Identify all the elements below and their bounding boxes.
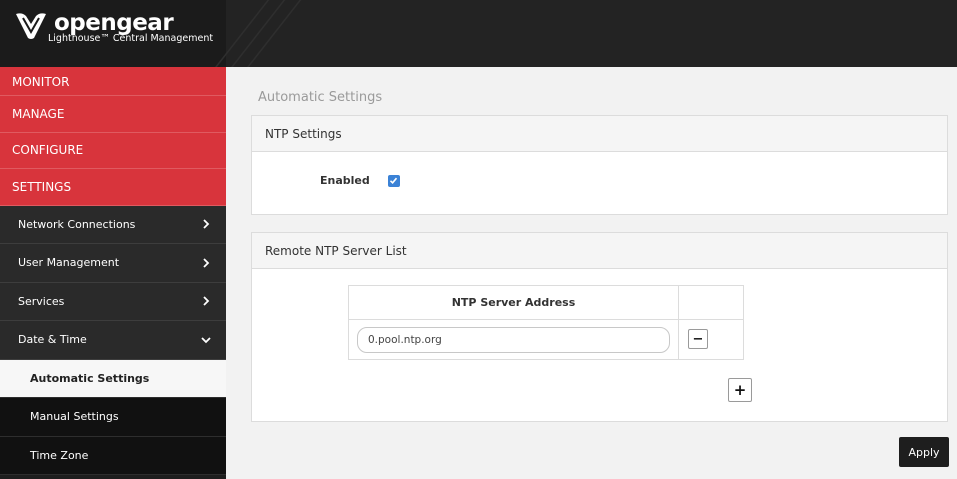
app-header: opengear Lighthouse™ Central Management	[0, 0, 957, 67]
sidebar-item-date-time[interactable]: Date & Time	[0, 321, 226, 360]
chevron-right-icon	[203, 258, 210, 268]
panel-title: Remote NTP Server List	[252, 233, 947, 269]
header-decoration	[236, 0, 310, 67]
sidebar-item-label: Network Connections	[18, 217, 136, 231]
remote-ntp-server-panel: Remote NTP Server List NTP Server Addres…	[251, 232, 948, 422]
ntp-server-table: NTP Server Address 0.pool.ntp.org −	[348, 285, 744, 360]
sidebar-subitem-automatic-settings[interactable]: Automatic Settings	[0, 359, 226, 398]
sidebar-item-label: User Management	[18, 256, 120, 270]
chevron-right-icon	[203, 219, 210, 229]
ntp-server-input[interactable]: 0.pool.ntp.org	[357, 327, 670, 353]
sidebar-item-services[interactable]: Services	[0, 282, 226, 321]
chevron-down-icon	[201, 337, 211, 344]
remove-server-button[interactable]: −	[688, 329, 708, 349]
sidebar-item-label: Date & Time	[18, 333, 87, 347]
column-header-ntp-server-address: NTP Server Address	[349, 286, 679, 320]
sidebar-item-network-connections[interactable]: Network Connections	[0, 205, 226, 244]
sidebar-item-user-management[interactable]: User Management	[0, 244, 226, 283]
nav-configure[interactable]: CONFIGURE	[0, 132, 226, 169]
opengear-logo-icon	[16, 13, 46, 40]
table-row: 0.pool.ntp.org	[349, 320, 679, 359]
sidebar-item-label: Services	[18, 294, 65, 308]
brand-subtitle: Lighthouse™ Central Management	[48, 33, 214, 44]
chevron-right-icon	[203, 296, 210, 306]
column-header-actions	[679, 286, 744, 320]
page-title: Automatic Settings	[258, 90, 383, 105]
main-content: Automatic Settings NTP Settings Enabled …	[226, 67, 957, 479]
sidebar-subitem-time-zone[interactable]: Time Zone	[0, 436, 226, 475]
sidebar: MONITOR MANAGE CONFIGURE SETTINGS Networ…	[0, 67, 226, 479]
checkmark-icon	[390, 177, 398, 184]
enabled-row: Enabled	[320, 174, 400, 187]
panel-title: NTP Settings	[252, 116, 947, 152]
ntp-settings-panel: NTP Settings Enabled	[251, 115, 948, 215]
apply-button[interactable]: Apply	[899, 437, 949, 467]
nav-monitor[interactable]: MONITOR	[0, 67, 226, 96]
header-decoration	[220, 0, 294, 67]
nav-settings[interactable]: SETTINGS	[0, 169, 226, 206]
sidebar-subitem-manual-settings[interactable]: Manual Settings	[0, 398, 226, 437]
add-server-button[interactable]: +	[728, 378, 752, 402]
nav-manage[interactable]: MANAGE	[0, 96, 226, 133]
enabled-checkbox[interactable]	[387, 174, 400, 187]
enabled-label: Enabled	[320, 174, 370, 187]
